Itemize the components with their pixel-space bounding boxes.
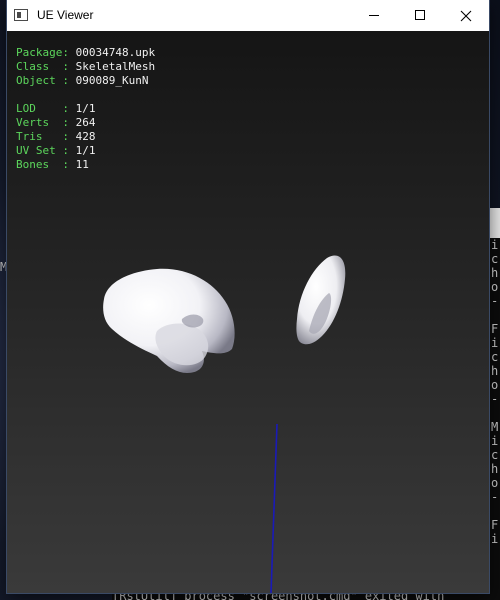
console-line: F [491, 322, 499, 336]
console-line: - [491, 490, 499, 504]
console-line: i [491, 532, 499, 546]
console-line: h [491, 266, 499, 280]
info-value: 00034748.upk [75, 46, 156, 59]
console-lines: icho-Ficho-Micho-Fi [491, 238, 500, 546]
info-row-bones: Bones : 11 [16, 158, 155, 172]
app-icon [14, 9, 28, 21]
console-scrollbar[interactable] [489, 208, 500, 238]
info-value: 264 [75, 116, 96, 129]
console-line: - [491, 392, 499, 406]
mesh-info-panel: Package: 00034748.upk Class : SkeletalMe… [16, 46, 155, 172]
minimize-button[interactable] [351, 0, 397, 31]
info-row-uvset: UV Set : 1/1 [16, 144, 155, 158]
info-value: 090089_KunN [75, 74, 149, 87]
info-label: Package: [16, 46, 69, 59]
info-label: Object : [16, 74, 69, 87]
maximize-button[interactable] [397, 0, 443, 31]
info-value: SkeletalMesh [75, 60, 156, 73]
window-title: UE Viewer [37, 8, 94, 22]
title-bar[interactable]: UE Viewer [7, 0, 489, 31]
console-line: h [491, 364, 499, 378]
mesh-left-part [103, 268, 235, 373]
info-value: 1/1 [75, 102, 96, 115]
console-line: c [491, 252, 499, 266]
console-line: i [491, 434, 499, 448]
console-line: o [491, 378, 499, 392]
info-label: Class : [16, 60, 69, 73]
console-line: F [491, 518, 499, 532]
info-label: Bones : [16, 158, 69, 171]
close-icon [460, 10, 472, 22]
background-console-window: icho-Ficho-Micho-Fi [489, 208, 500, 600]
console-line: h [491, 462, 499, 476]
console-line: c [491, 350, 499, 364]
ue-viewer-window: UE Viewer Package: 00034748.upk Class: … [7, 0, 489, 593]
info-label: LOD : [16, 102, 69, 115]
close-button[interactable] [443, 0, 489, 31]
info-value: 1/1 [75, 144, 96, 157]
3d-viewport[interactable]: Package: 00034748.upk Class : SkeletalMe… [7, 31, 489, 593]
info-label: UV Set : [16, 144, 69, 157]
console-line: - [491, 294, 499, 308]
console-line: i [491, 238, 499, 252]
info-label: Verts : [16, 116, 69, 129]
console-line: M [491, 420, 499, 434]
mesh-right-part [296, 255, 346, 345]
console-line: i [491, 336, 499, 350]
info-value: 428 [75, 130, 96, 143]
minimize-icon [369, 15, 379, 16]
info-row-class: Class : SkeletalMesh [16, 60, 155, 74]
info-row-package: Package: 00034748.upk [16, 46, 155, 60]
info-label: Tris : [16, 130, 69, 143]
info-row-object: Object : 090089_KunN [16, 74, 155, 88]
console-line: c [491, 448, 499, 462]
info-value: 11 [75, 158, 89, 171]
bone-line [270, 423, 278, 593]
info-row-tris: Tris : 428 [16, 130, 155, 144]
console-line: o [491, 280, 499, 294]
info-row-verts: Verts : 264 [16, 116, 155, 130]
maximize-icon [415, 10, 425, 20]
console-line: o [491, 476, 499, 490]
info-row-lod: LOD : 1/1 [16, 102, 155, 116]
